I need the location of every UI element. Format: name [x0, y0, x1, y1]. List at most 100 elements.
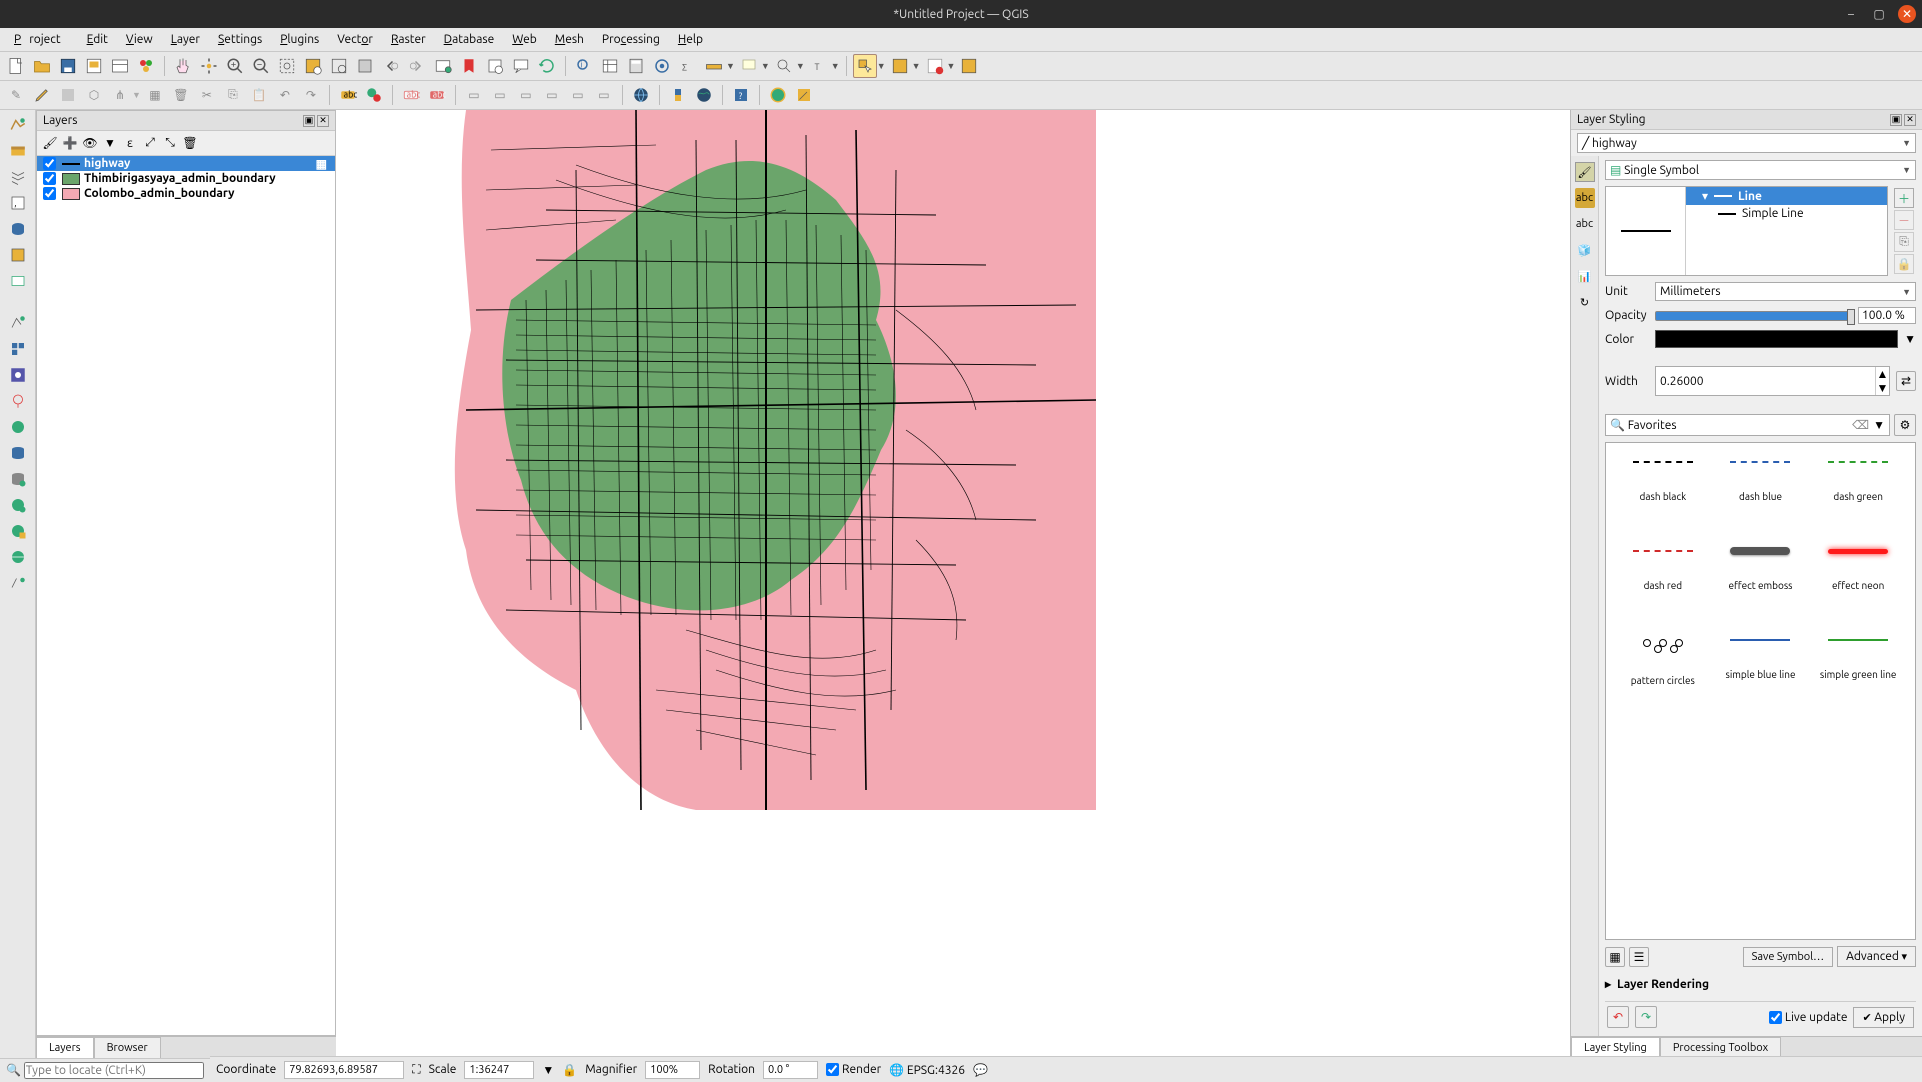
lock-symbol-layer-icon[interactable]: 🔒 — [1894, 254, 1914, 274]
collapse-all-icon[interactable]: ⤡ — [161, 134, 179, 152]
menu-plugins[interactable]: Plugins — [272, 31, 327, 48]
open-project-icon[interactable] — [30, 54, 54, 78]
new-print-layout-icon[interactable] — [82, 54, 106, 78]
render-checkbox[interactable]: Render — [826, 1063, 881, 1076]
add-pc-icon[interactable] — [4, 572, 32, 594]
width-down[interactable]: ▼ — [1876, 381, 1889, 395]
label-tool-6-icon[interactable]: ▭ — [592, 83, 616, 107]
apply-button[interactable]: ✔ Apply — [1853, 1007, 1914, 1028]
menu-edit[interactable]: Edit — [79, 31, 116, 48]
measure-drop[interactable]: ▼ — [726, 61, 735, 71]
map-tips-icon[interactable] — [737, 54, 761, 78]
color-swatch[interactable] — [1655, 330, 1898, 348]
diagram-tab-icon[interactable]: 📊 — [1575, 266, 1595, 286]
minimize-button[interactable]: – — [1842, 5, 1860, 23]
menu-layer[interactable]: Layer — [163, 31, 208, 48]
layers-close-icon[interactable]: ✕ — [317, 115, 329, 127]
favorite-dash-green[interactable]: dash green — [1811, 453, 1905, 538]
menu-web[interactable]: Web — [504, 31, 545, 48]
add-wfs-icon[interactable] — [4, 494, 32, 516]
label-highlight-icon[interactable]: abc — [399, 83, 423, 107]
add-raster-icon[interactable] — [4, 140, 32, 162]
new-project-icon[interactable] — [4, 54, 28, 78]
select-by-value-icon[interactable] — [888, 54, 912, 78]
live-update-checkbox[interactable]: Live update — [1769, 1011, 1848, 1024]
favorite-pattern-circles[interactable]: pattern circles — [1616, 631, 1710, 716]
undo-style-icon[interactable]: ↶ — [1607, 1006, 1629, 1028]
style-manager-small-icon[interactable]: ⚙ — [1894, 414, 1916, 436]
styling-layer-combo[interactable]: ╱ highway ▼ — [1577, 133, 1916, 153]
symbol-tree-line[interactable]: ▾ Line — [1686, 187, 1887, 205]
favorite-effect-emboss[interactable]: effect emboss — [1714, 542, 1808, 627]
save-project-icon[interactable] — [56, 54, 80, 78]
layer-colombo[interactable]: Colombo_admin_boundary — [37, 186, 335, 201]
symbol-tree[interactable]: ▾ Line Simple Line — [1686, 187, 1887, 275]
zoom-native-icon[interactable] — [353, 54, 377, 78]
expand-all-icon[interactable]: ⤢ — [141, 134, 159, 152]
close-button[interactable]: ✕ — [1898, 5, 1916, 23]
python-console-icon[interactable] — [666, 83, 690, 107]
add-delimited-text-icon[interactable]: , — [4, 192, 32, 214]
pan-to-selection-icon[interactable] — [197, 54, 221, 78]
mag-input[interactable] — [645, 1061, 700, 1079]
layer-highway[interactable]: highway ▦ — [37, 156, 335, 171]
new-geopackage-icon[interactable] — [4, 270, 32, 292]
zoom-layer-icon[interactable] — [327, 54, 351, 78]
new-shapefile-icon[interactable] — [4, 312, 32, 334]
cut-features-icon[interactable]: ✂ — [195, 83, 219, 107]
filter-icon[interactable]: ▼ — [101, 134, 119, 152]
layer-rendering-toggle[interactable]: ▸ Layer Rendering — [1605, 973, 1916, 995]
icon-view-icon[interactable]: ▦ — [1605, 947, 1625, 967]
menu-processing[interactable]: Processing — [594, 31, 668, 48]
tab-layers[interactable]: Layers — [36, 1037, 94, 1058]
layer-thimb-checkbox[interactable] — [43, 172, 56, 185]
new-map-view-icon[interactable] — [431, 54, 455, 78]
remove-symbol-layer-icon[interactable]: － — [1894, 210, 1914, 230]
select-all-icon[interactable] — [957, 54, 981, 78]
help-icon[interactable]: ? — [729, 83, 753, 107]
select-by-value-drop[interactable]: ▼ — [912, 61, 921, 71]
metasearch-icon[interactable] — [629, 83, 653, 107]
label-tool-1-icon[interactable]: ▭ — [462, 83, 486, 107]
show-zoom-icon[interactable] — [772, 54, 796, 78]
color-drop[interactable]: ▼ — [1904, 332, 1916, 346]
label-tool-4-icon[interactable]: ▭ — [540, 83, 564, 107]
unit-combo[interactable]: Millimeters▼ — [1655, 282, 1916, 301]
show-zoom-drop[interactable]: ▼ — [796, 61, 805, 71]
maximize-button[interactable]: ▢ — [1870, 5, 1888, 23]
layer-highway-checkbox[interactable] — [43, 157, 56, 170]
qedit-icon[interactable] — [792, 83, 816, 107]
zoom-full-icon[interactable] — [275, 54, 299, 78]
symbology-tab-icon[interactable]: 🖌 — [1575, 162, 1595, 182]
label-diagram-icon[interactable] — [362, 83, 386, 107]
add-wcs-icon[interactable] — [4, 520, 32, 542]
add-symbol-layer-icon[interactable]: ＋ — [1894, 188, 1914, 208]
add-db1-icon[interactable] — [4, 442, 32, 464]
styling-close-icon[interactable]: ✕ — [1904, 114, 1916, 126]
identify-icon[interactable]: i — [572, 54, 596, 78]
favorite-dash-black[interactable]: dash black — [1616, 453, 1710, 538]
extents-icon[interactable]: ⛶ — [412, 1063, 420, 1077]
layout-manager-icon[interactable] — [108, 54, 132, 78]
copy-features-icon[interactable]: ⎘ — [221, 83, 245, 107]
styling-undock-icon[interactable]: ▣ — [1890, 114, 1902, 126]
statistics-icon[interactable]: Σ — [676, 54, 700, 78]
map-canvas[interactable] — [336, 110, 1570, 1058]
save-symbol-button[interactable]: Save Symbol… — [1743, 947, 1834, 967]
favorite-effect-neon[interactable]: effect neon — [1811, 542, 1905, 627]
add-xyz-icon[interactable] — [4, 546, 32, 568]
annotation-text-drop[interactable]: ▼ — [831, 61, 840, 71]
style-manager-icon[interactable] — [134, 54, 158, 78]
menu-help[interactable]: Help — [670, 31, 711, 48]
current-edits-icon[interactable]: ✎ — [4, 83, 28, 107]
add-virtual-layer-icon[interactable] — [4, 244, 32, 266]
eye-icon[interactable]: 👁 — [81, 134, 99, 152]
undo-icon[interactable]: ↶ — [273, 83, 297, 107]
label-tool-3-icon[interactable]: ▭ — [514, 83, 538, 107]
zoom-in-icon[interactable] — [223, 54, 247, 78]
layers-undock-icon[interactable]: ▣ — [303, 115, 315, 127]
field-calculator-icon[interactable] — [624, 54, 648, 78]
redo-icon[interactable]: ↷ — [299, 83, 323, 107]
paste-features-icon[interactable]: 📋 — [247, 83, 271, 107]
add-spatialite-icon[interactable] — [4, 218, 32, 240]
